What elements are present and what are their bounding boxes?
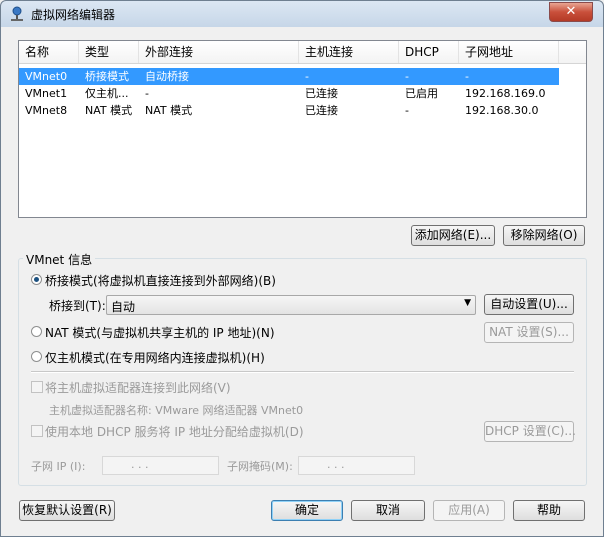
- cell-subnet: 192.168.30.0: [465, 104, 539, 117]
- chevron-down-icon: ▼: [464, 298, 471, 308]
- help-button[interactable]: 帮助: [513, 500, 585, 521]
- cell-dhcp: -: [405, 104, 409, 117]
- nat-label[interactable]: NAT 模式(与虚拟机共享主机的 IP 地址)(N): [45, 324, 275, 341]
- subnet-ip-dots: . . .: [131, 458, 149, 471]
- cell-host: 已连接: [305, 87, 338, 100]
- cell-name: VMnet1: [25, 87, 68, 100]
- network-app-icon: [11, 6, 23, 21]
- cell-dhcp: 已启用: [405, 87, 438, 100]
- bridged-to-value: 自动: [111, 300, 136, 314]
- column-header-external[interactable]: 外部连接: [139, 41, 299, 63]
- network-list[interactable]: 名称 类型 外部连接 主机连接 DHCP 子网地址 VMnet0 桥接模式 自动…: [18, 40, 587, 218]
- bridged-to-dropdown[interactable]: 自动 ▼: [106, 295, 476, 315]
- column-header-type[interactable]: 类型: [79, 41, 139, 63]
- cell-name: VMnet0: [25, 70, 68, 83]
- use-dhcp-label[interactable]: 使用本地 DHCP 服务将 IP 地址分配给虚拟机(D): [45, 423, 304, 440]
- window-title: 虚拟网络编辑器: [31, 8, 116, 22]
- dialog-content: 名称 类型 外部连接 主机连接 DHCP 子网地址 VMnet0 桥接模式 自动…: [1, 27, 603, 536]
- connect-adapter-checkbox[interactable]: [31, 381, 43, 393]
- column-header-name[interactable]: 名称: [19, 41, 79, 63]
- table-row[interactable]: VMnet0 桥接模式 自动桥接 - - -: [19, 68, 559, 85]
- cell-external: -: [145, 87, 149, 100]
- bridged-to-label: 桥接到(T):: [49, 299, 106, 313]
- cell-type: 仅主机...: [85, 87, 129, 100]
- cancel-button[interactable]: 取消: [351, 500, 425, 521]
- ok-button[interactable]: 确定: [271, 500, 343, 521]
- cell-type: NAT 模式: [85, 104, 133, 117]
- remove-network-button[interactable]: 移除网络(O): [503, 225, 585, 246]
- subnet-mask-label: 子网掩码(M):: [227, 460, 293, 473]
- nat-radio[interactable]: [31, 326, 42, 337]
- cell-dhcp: -: [405, 70, 409, 83]
- vmnet-info-title: VMnet 信息: [23, 251, 96, 268]
- apply-button[interactable]: 应用(A): [433, 500, 505, 521]
- bridged-radio[interactable]: [31, 274, 42, 285]
- cell-host: 已连接: [305, 104, 338, 117]
- virtual-network-editor-window: 虚拟网络编辑器 ✕ 名称 类型 外部连接 主机连接 DHCP 子网地址 VMne…: [0, 0, 604, 537]
- subnet-mask-input[interactable]: . . .: [298, 456, 415, 475]
- table-row[interactable]: VMnet8 NAT 模式 NAT 模式 已连接 - 192.168.30.0: [19, 102, 559, 119]
- cell-name: VMnet8: [25, 104, 68, 117]
- subnet-ip-input[interactable]: . . .: [102, 456, 219, 475]
- restore-defaults-button[interactable]: 恢复默认设置(R): [19, 500, 115, 521]
- host-only-label[interactable]: 仅主机模式(在专用网络内连接虚拟机)(H): [45, 349, 265, 366]
- cell-host: -: [305, 70, 309, 83]
- title-bar: 虚拟网络编辑器 ✕: [1, 1, 603, 27]
- cell-external: NAT 模式: [145, 104, 193, 117]
- auto-settings-button[interactable]: 自动设置(U)...: [484, 294, 574, 315]
- host-only-radio[interactable]: [31, 351, 42, 362]
- column-header-dhcp[interactable]: DHCP: [399, 41, 459, 63]
- subnet-ip-label: 子网 IP (I):: [31, 460, 86, 473]
- close-button[interactable]: ✕: [549, 2, 593, 22]
- bridged-label[interactable]: 桥接模式(将虚拟机直接连接到外部网络)(B): [45, 272, 276, 289]
- column-header-subnet[interactable]: 子网地址: [459, 41, 559, 63]
- nat-settings-button[interactable]: NAT 设置(S)...: [484, 322, 574, 343]
- cell-external: 自动桥接: [145, 70, 189, 83]
- dhcp-settings-button[interactable]: DHCP 设置(C)...: [484, 421, 576, 442]
- cell-type: 桥接模式: [85, 70, 129, 83]
- divider: [31, 371, 574, 373]
- table-row[interactable]: VMnet1 仅主机... - 已连接 已启用 192.168.169.0: [19, 85, 559, 102]
- add-network-button[interactable]: 添加网络(E)...: [411, 225, 495, 246]
- cell-subnet: 192.168.169.0: [465, 87, 546, 100]
- list-header: 名称 类型 外部连接 主机连接 DHCP 子网地址: [19, 41, 586, 64]
- connect-adapter-label[interactable]: 将主机虚拟适配器连接到此网络(V): [45, 379, 231, 396]
- cell-subnet: -: [465, 70, 469, 83]
- use-dhcp-checkbox[interactable]: [31, 425, 43, 437]
- subnet-mask-dots: . . .: [327, 458, 345, 471]
- adapter-name-label: 主机虚拟适配器名称: VMware 网络适配器 VMnet0: [49, 404, 304, 417]
- column-header-host[interactable]: 主机连接: [299, 41, 399, 63]
